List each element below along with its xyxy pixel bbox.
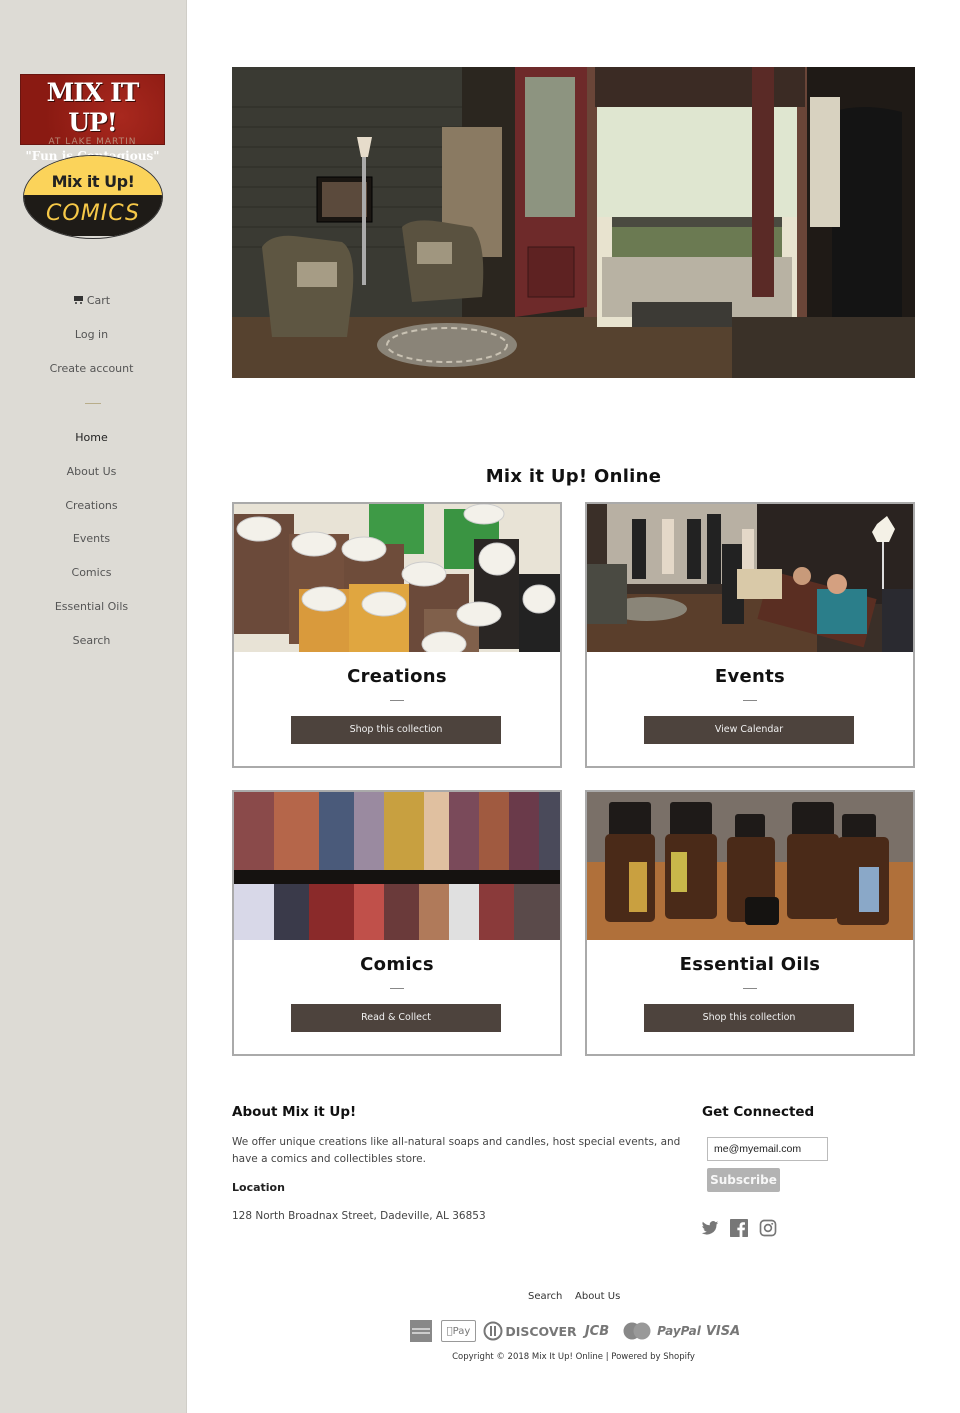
shop-essential-oils-button[interactable]: Shop this collection	[644, 1004, 854, 1032]
footer-link-about-us[interactable]: About Us	[575, 1291, 620, 1302]
twitter-icon	[701, 1221, 719, 1235]
title-rule	[743, 700, 757, 701]
title-rule	[390, 700, 404, 701]
apple-pay-label: Pay	[447, 1325, 471, 1337]
create-account-link[interactable]: Create account	[0, 362, 183, 375]
collection-image-events[interactable]	[587, 504, 913, 652]
sidebar-item-creations[interactable]: Creations	[0, 499, 183, 512]
logo-comics-bottom: COMICS	[24, 195, 162, 236]
footer-link-search[interactable]: Search	[528, 1291, 562, 1302]
collection-image-comics[interactable]	[234, 792, 560, 940]
subscribe-button[interactable]: Subscribe	[707, 1168, 780, 1192]
cart-link[interactable]: Cart	[0, 294, 183, 307]
collection-card-comics[interactable]: Comics Read & Collect	[232, 790, 562, 1056]
jcb-label: JCB	[584, 1323, 610, 1339]
apple-pay-icon: Pay	[441, 1320, 476, 1342]
discover-label: DISCOVER	[505, 1323, 577, 1339]
connect-heading: Get Connected	[702, 1104, 815, 1120]
soaps-image	[234, 504, 560, 652]
about-heading: About Mix it Up!	[232, 1104, 357, 1120]
collection-title-events: Events	[714, 666, 786, 687]
copyright: Copyright © 2018 Mix It Up! Online | Pow…	[452, 1352, 695, 1362]
twitter-link[interactable]	[701, 1219, 721, 1239]
view-calendar-button[interactable]: View Calendar	[644, 716, 854, 744]
title-rule	[743, 988, 757, 989]
collections-title: Mix it Up! Online	[485, 466, 662, 487]
sidebar-item-search[interactable]: Search	[0, 634, 183, 647]
amex-icon	[410, 1320, 432, 1342]
logo-line2: AT LAKE MARTIN	[48, 137, 137, 147]
cart-label: Cart	[86, 294, 111, 307]
visa-label: VISA	[705, 1323, 741, 1339]
logo-mix-it-up[interactable]: MIX IT UP! AT LAKE MARTIN "Fun is Contag…	[20, 74, 165, 163]
comics-image	[234, 792, 560, 940]
logo-comics[interactable]: Mix it Up! COMICS	[23, 155, 163, 239]
collection-image-essential-oils[interactable]	[587, 792, 913, 940]
title-rule	[390, 988, 404, 989]
login-link[interactable]: Log in	[0, 328, 183, 341]
hero-scene	[232, 67, 915, 378]
collection-card-essential-oils[interactable]: Essential Oils Shop this collection	[585, 790, 915, 1056]
sidebar-item-comics[interactable]: Comics	[0, 566, 183, 579]
about-text: We offer unique creations like all-natur…	[232, 1136, 681, 1165]
sidebar-item-essential-oils[interactable]: Essential Oils	[0, 600, 183, 613]
location-heading: Location	[232, 1181, 285, 1194]
collection-title-creations: Creations	[347, 666, 447, 687]
sidebar-item-about-us[interactable]: About Us	[0, 465, 183, 478]
cart-icon	[73, 295, 84, 305]
collection-card-creations[interactable]: Creations Shop this collection	[232, 502, 562, 768]
collection-image-creations[interactable]	[234, 504, 560, 652]
paypal-icon: PayPal	[657, 1320, 701, 1342]
jcb-icon: JCB	[578, 1320, 616, 1342]
logo-line1: MIX IT UP!	[46, 78, 140, 137]
sidebar-divider	[85, 403, 101, 404]
oils-image	[587, 792, 913, 940]
hero-image	[232, 67, 915, 378]
shop-creations-button[interactable]: Shop this collection	[291, 716, 501, 744]
paypal-label: PayPal	[657, 1324, 701, 1338]
instagram-link[interactable]	[759, 1219, 779, 1239]
collection-card-events[interactable]: Events View Calendar	[585, 502, 915, 768]
read-collect-button[interactable]: Read & Collect	[291, 1004, 501, 1032]
collection-title-essential-oils: Essential Oils	[679, 954, 821, 975]
diners-club-icon	[483, 1320, 503, 1342]
mastercard-icon	[623, 1320, 651, 1342]
facebook-link[interactable]	[730, 1219, 750, 1239]
sidebar: MIX IT UP! AT LAKE MARTIN "Fun is Contag…	[0, 0, 187, 1413]
address: 128 North Broadnax Street, Dadeville, AL…	[232, 1210, 486, 1222]
collection-title-comics: Comics	[360, 954, 434, 975]
instagram-icon	[759, 1219, 777, 1237]
sidebar-item-home[interactable]: Home	[0, 431, 183, 444]
discover-icon: DISCOVER	[505, 1320, 576, 1342]
event-image	[587, 504, 913, 652]
sidebar-item-events[interactable]: Events	[0, 532, 183, 545]
email-input[interactable]	[707, 1137, 828, 1161]
facebook-icon	[730, 1219, 748, 1237]
visa-icon: VISA	[706, 1320, 740, 1342]
